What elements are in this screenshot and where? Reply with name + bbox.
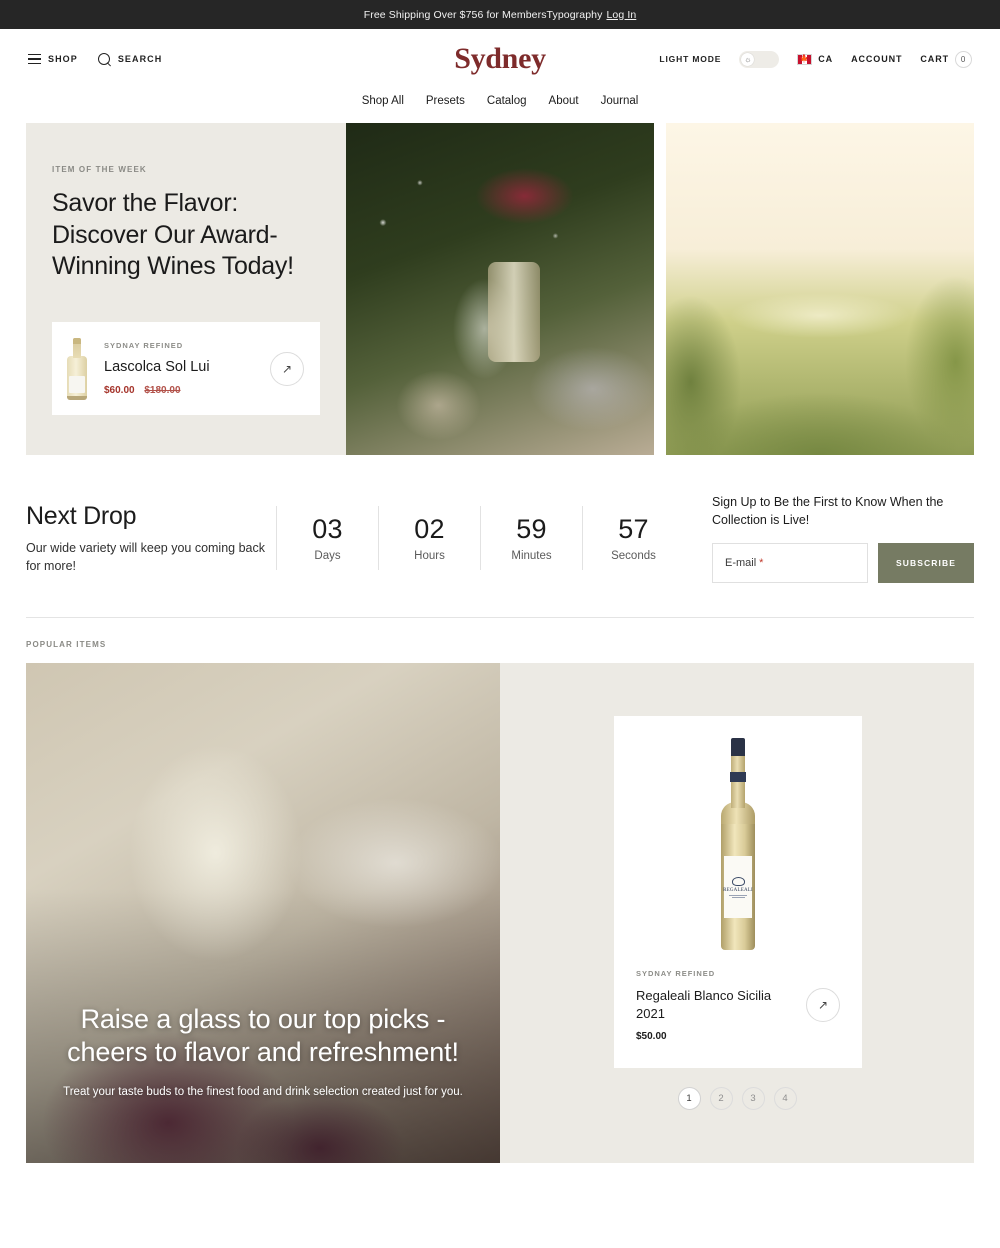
countdown-days-label: Days <box>314 550 341 563</box>
popular-promo-subtitle: Treat your taste buds to the finest food… <box>63 1085 463 1098</box>
next-drop-section: Next Drop Our wide variety will keep you… <box>26 493 974 584</box>
cart-button[interactable]: CART 0 <box>920 50 972 68</box>
hero-product-info: SYDNAY REFINED Lascolca Sol Lui $60.00 $… <box>104 341 256 396</box>
canada-flag-icon: 🍁 <box>797 53 813 65</box>
popular-promo-title: Raise a glass to our top picks - cheers … <box>67 1003 459 1067</box>
search-icon <box>97 52 111 66</box>
hero-product-arrow-icon[interactable]: ↗ <box>270 351 304 386</box>
pagination-dot-1[interactable]: 1 <box>677 1087 701 1111</box>
pagination-dot-4[interactable]: 4 <box>773 1087 797 1111</box>
header-right-group: LIGHT MODE ☼ 🍁 CA ACCOUNT CART 0 <box>659 50 972 68</box>
countdown-hours-label: Hours <box>414 550 445 563</box>
nav-item-catalog[interactable]: Catalog <box>487 95 527 107</box>
next-drop-title: Next Drop <box>26 501 137 530</box>
sun-icon: ☼ <box>741 52 755 66</box>
countdown-hours: 02 Hours <box>378 506 480 571</box>
cart-count-badge: 0 <box>955 50 972 68</box>
bottle-label: REGALEALI <box>723 856 753 919</box>
newsletter-heading: Sign Up to Be the First to Know When the… <box>712 495 944 528</box>
popular-items-section: Raise a glass to our top picks - cheers … <box>26 663 974 1164</box>
account-link[interactable]: ACCOUNT <box>851 54 902 64</box>
shop-menu-button[interactable]: SHOP <box>28 54 78 64</box>
email-input[interactable]: E-mail * <box>712 543 868 584</box>
popular-product-arrow-icon[interactable]: ↗ <box>806 987 840 1022</box>
nav-item-about[interactable]: About <box>549 95 579 107</box>
subscribe-button[interactable]: SUBSCRIBE <box>878 543 974 584</box>
hero-product-card[interactable]: SYDNAY REFINED Lascolca Sol Lui $60.00 $… <box>52 322 320 415</box>
search-button[interactable]: SEARCH <box>97 52 163 66</box>
hero-image-pouring-wine <box>346 123 654 455</box>
hero-product-brand: SYDNAY REFINED <box>104 341 184 350</box>
pagination-dot-3[interactable]: 3 <box>741 1087 765 1111</box>
countdown-hours-value: 02 <box>414 514 445 545</box>
hero-product-original-price: $180.00 <box>144 385 181 396</box>
newsletter-signup: Sign Up to Be the First to Know When the… <box>712 493 974 584</box>
country-selector[interactable]: 🍁 CA <box>797 53 834 65</box>
hero-product-pricing: $60.00 $180.00 <box>104 385 256 396</box>
shop-menu-label: SHOP <box>48 54 78 64</box>
search-label: SEARCH <box>117 54 163 64</box>
newsletter-form: E-mail * SUBSCRIBE <box>712 543 974 584</box>
hero-product-sale-price: $60.00 <box>104 385 135 396</box>
section-divider <box>26 617 974 619</box>
next-drop-copy: Next Drop Our wide variety will keep you… <box>26 502 276 575</box>
countdown-minutes: 59 Minutes <box>480 506 582 571</box>
popular-product-title-row: Regaleali Blanco Sicilia 2021 ↗ <box>636 987 840 1022</box>
announcement-login-link[interactable]: Log In <box>606 9 636 21</box>
nav-item-journal[interactable]: Journal <box>601 95 639 107</box>
nav-item-presets[interactable]: Presets <box>426 95 465 107</box>
hero-image-vineyard <box>666 123 974 455</box>
country-label: CA <box>818 54 834 64</box>
countdown-timer: 03 Days 02 Hours 59 Minutes 57 Seconds <box>276 506 684 571</box>
announcement-bar: Free Shipping Over $756 for MembersTypog… <box>0 0 1000 29</box>
primary-nav: Shop All Presets Catalog About Journal <box>0 89 1000 123</box>
popular-product-info: SYDNAY REFINED Regaleali Blanco Sicilia … <box>614 969 862 1042</box>
wine-bottle-icon <box>64 337 90 400</box>
light-mode-label: LIGHT MODE <box>659 54 722 64</box>
hamburger-icon <box>28 54 41 64</box>
email-required-mark: * <box>759 557 764 570</box>
header-left-group: SHOP SEARCH <box>28 52 163 66</box>
crest-icon <box>731 876 745 886</box>
hero-eyebrow: ITEM OF THE WEEK <box>52 165 147 174</box>
popular-product-card[interactable]: REGALEALI SYDNAY REFINED Regaleali Blanc… <box>614 716 862 1069</box>
bottle-label-text: REGALEALI <box>723 887 753 893</box>
countdown-days-value: 03 <box>312 514 343 545</box>
carousel-pagination: 1 2 3 4 <box>500 1087 974 1111</box>
nav-item-shop-all[interactable]: Shop All <box>362 95 404 107</box>
popular-promo-copy: Raise a glass to our top picks - cheers … <box>26 1003 500 1101</box>
countdown-minutes-label: Minutes <box>511 550 552 563</box>
countdown-seconds: 57 Seconds <box>582 506 684 571</box>
countdown-seconds-label: Seconds <box>611 550 656 563</box>
wine-bottle-image: REGALEALI <box>714 738 762 951</box>
cart-label: CART <box>920 54 949 64</box>
hero-title: Savor the Flavor: Discover Our Award-Win… <box>52 189 294 280</box>
hero-product-name: Lascolca Sol Lui <box>104 359 210 375</box>
pagination-dot-2[interactable]: 2 <box>709 1087 733 1111</box>
hero-section: ITEM OF THE WEEK Savor the Flavor: Disco… <box>26 123 974 455</box>
popular-promo-image[interactable]: Raise a glass to our top picks - cheers … <box>26 663 500 1164</box>
site-logo[interactable]: Sydney <box>454 42 546 76</box>
popular-product-brand: SYDNAY REFINED <box>636 969 716 979</box>
light-mode-toggle[interactable]: ☼ <box>739 50 780 68</box>
hero-copy-panel: ITEM OF THE WEEK Savor the Flavor: Disco… <box>26 123 346 455</box>
popular-items-label: POPULAR ITEMS <box>26 640 107 650</box>
countdown-minutes-value: 59 <box>516 514 547 545</box>
announcement-text: Free Shipping Over $756 for MembersTypog… <box>363 8 603 21</box>
popular-product-panel: REGALEALI SYDNAY REFINED Regaleali Blanc… <box>500 663 974 1164</box>
popular-product-price: $50.00 <box>636 1031 667 1043</box>
countdown-seconds-value: 57 <box>618 514 649 545</box>
email-input-label: E-mail <box>725 557 757 570</box>
next-drop-description: Our wide variety will keep you coming ba… <box>26 540 265 573</box>
countdown-days: 03 Days <box>276 506 378 571</box>
popular-product-name: Regaleali Blanco Sicilia 2021 <box>636 988 772 1021</box>
site-header: SHOP SEARCH Sydney LIGHT MODE ☼ 🍁 CA ACC… <box>0 29 1000 89</box>
